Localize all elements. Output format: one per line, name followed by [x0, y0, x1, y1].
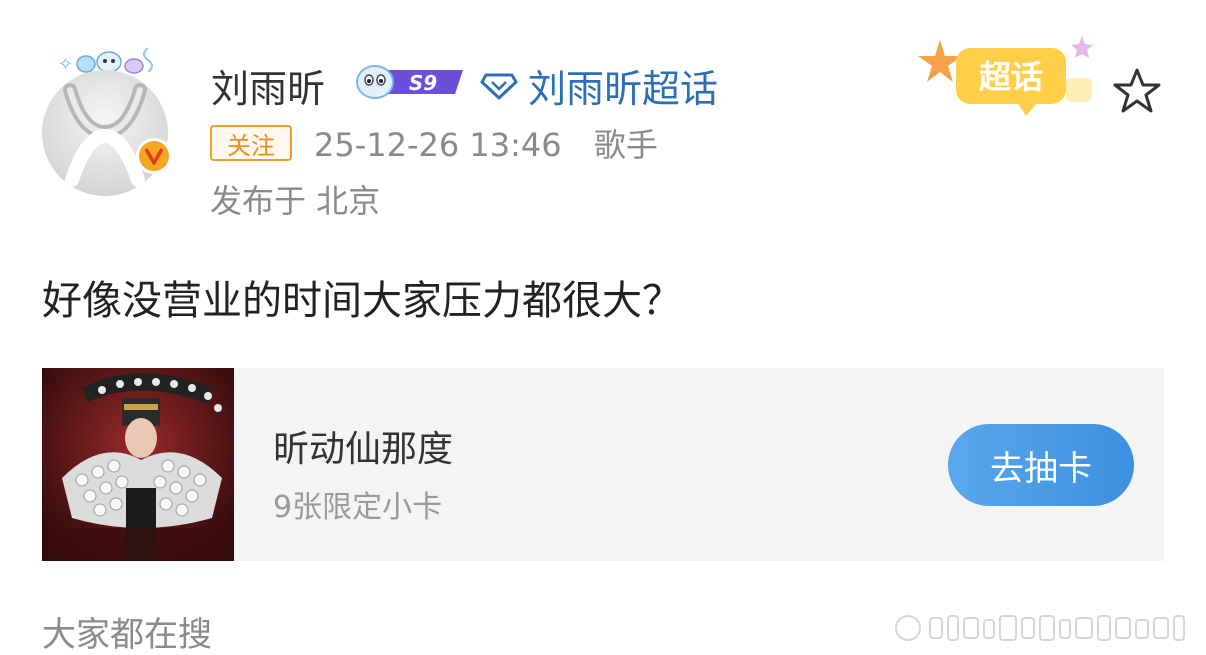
card-title: 昕动仙那度: [273, 429, 454, 470]
draw-card-button[interactable]: 去抽卡: [948, 424, 1134, 506]
card-subtitle: 9张限定小卡: [273, 490, 443, 525]
avatar-image: [63, 83, 147, 187]
author-tagline: 歌手: [593, 126, 658, 164]
trending-search-label[interactable]: 大家都在搜: [42, 607, 212, 655]
diamond-icon: [480, 73, 518, 99]
card-thumbnail: [42, 368, 234, 561]
avatar[interactable]: [42, 70, 168, 196]
verified-v-icon: [136, 138, 172, 174]
post-timestamp: 25-12-26 13:46: [314, 126, 562, 164]
author-name[interactable]: 刘雨昕: [211, 58, 325, 113]
post-text: 好像没营业的时间大家压力都很大？: [42, 278, 682, 324]
supertopic-sticker[interactable]: 超话: [918, 30, 1098, 120]
star-icon[interactable]: [1112, 66, 1162, 116]
promo-card[interactable]: 昕动仙那度 9张限定小卡 去抽卡: [42, 368, 1164, 561]
svg-text:✧: ✧: [58, 54, 73, 75]
post-location: 发布于 北京: [210, 182, 381, 220]
level-badge: S9: [355, 62, 467, 100]
follow-button[interactable]: 关注: [210, 125, 292, 161]
watermark-icon: [890, 610, 1190, 646]
post-meta: 25-12-26 13:46 歌手: [314, 120, 680, 166]
supertopic-link[interactable]: 刘雨昕超话: [480, 58, 718, 113]
level-badge-text: S9: [409, 71, 437, 95]
avatar-container[interactable]: ✧: [40, 40, 174, 196]
sticker-text: 超话: [979, 58, 1043, 96]
supertopic-label: 刘雨昕超话: [528, 67, 719, 111]
